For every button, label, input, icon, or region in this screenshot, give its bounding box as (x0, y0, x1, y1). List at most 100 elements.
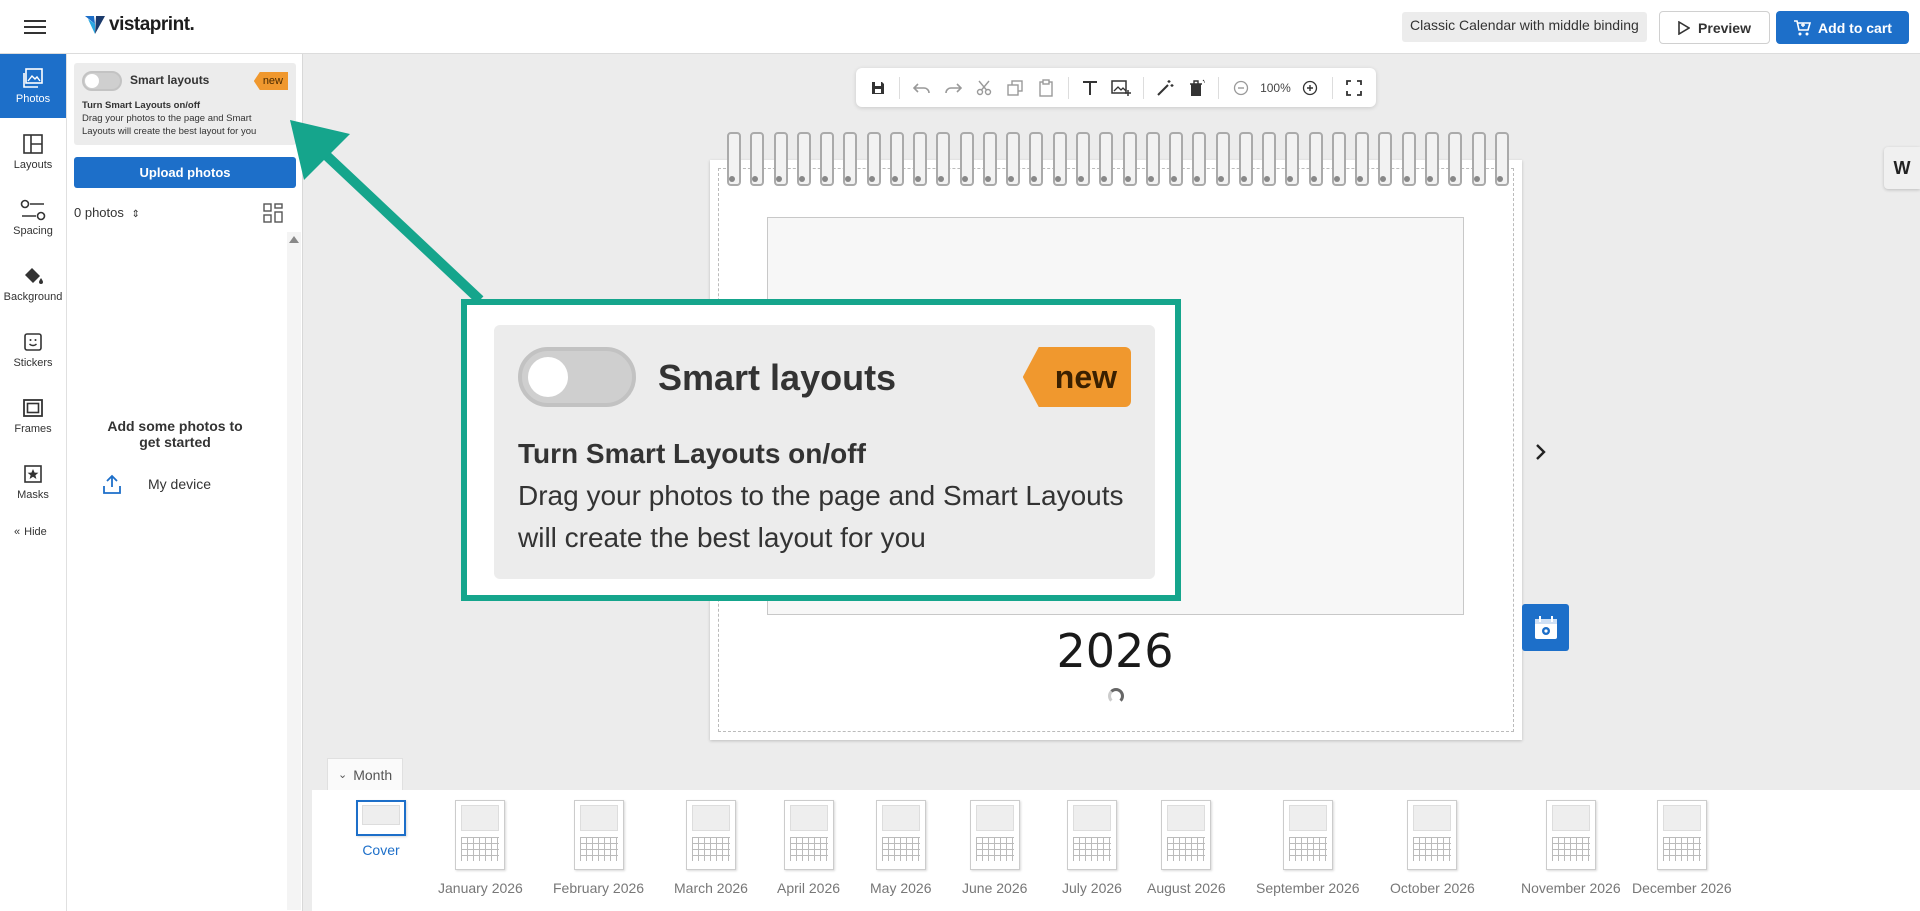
binding-coil (1352, 132, 1370, 188)
fullscreen-button[interactable] (1343, 76, 1366, 100)
thumb-label: December 2026 (1632, 880, 1732, 896)
calendar-year[interactable]: 2026 (1010, 624, 1220, 678)
binding-coil (1306, 132, 1323, 188)
scissors-icon (976, 80, 992, 95)
page-thumb[interactable]: August 2026 (1147, 800, 1226, 896)
zoom-in-icon (1303, 80, 1318, 95)
sort-updown-icon: ⇕ (131, 209, 140, 220)
binding-coil (1096, 132, 1114, 188)
my-device-upload[interactable]: My device (102, 473, 252, 495)
binding-coil (1189, 132, 1207, 188)
toolbar-divider (1218, 76, 1219, 99)
page-thumb[interactable]: December 2026 (1632, 800, 1732, 896)
binding-coil (1399, 132, 1416, 188)
smart-layouts-description: Turn Smart Layouts on/off Drag your phot… (82, 99, 282, 138)
rail-item-frames[interactable]: Frames (0, 384, 66, 448)
thumb-grid (789, 837, 828, 861)
thumb-page (356, 800, 406, 836)
add-image-button[interactable] (1110, 76, 1133, 100)
page-thumb[interactable]: January 2026 (438, 800, 523, 896)
month-strip-toggle[interactable]: ⌄ Month (327, 758, 403, 790)
rail-item-stickers[interactable]: Stickers (0, 318, 66, 382)
logo-text: vistaprint. (109, 14, 195, 35)
next-page-arrow-icon[interactable] (1528, 437, 1554, 467)
mask-icon (24, 465, 42, 483)
callout-new-badge: new (1022, 347, 1131, 407)
thumb-photo (691, 805, 730, 831)
hide-panel-button[interactable]: « Hide (14, 526, 47, 538)
my-device-label: My device (148, 476, 212, 492)
binding-coil (957, 132, 974, 188)
rail-item-photos[interactable]: Photos (0, 54, 66, 118)
page-thumb[interactable]: June 2026 (962, 800, 1027, 896)
preview-button[interactable]: Preview (1659, 11, 1770, 44)
binding-coil (1282, 132, 1300, 188)
rail-item-background[interactable]: Background (0, 252, 66, 316)
thumb-page (573, 800, 624, 870)
hide-label: Hide (24, 526, 47, 538)
thumb-grid (1288, 837, 1327, 861)
zoom-in-button[interactable] (1299, 76, 1322, 100)
page-thumb[interactable]: April 2026 (777, 800, 840, 896)
undo-button[interactable] (910, 76, 933, 100)
page-thumb-cover[interactable]: Cover (356, 800, 406, 858)
page-thumb[interactable]: May 2026 (870, 800, 931, 896)
editor-toolbar: 100% (856, 68, 1376, 107)
rail-label-background: Background (3, 291, 63, 303)
cut-button[interactable] (972, 76, 995, 100)
binding-coil (887, 132, 904, 188)
add-text-button[interactable] (1079, 76, 1102, 100)
thumb-label: October 2026 (1390, 880, 1475, 896)
smart-layouts-subtitle: Drag your photos to the page and Smart L… (82, 113, 257, 137)
rail-item-layouts[interactable]: Layouts (0, 120, 66, 184)
save-button[interactable] (866, 76, 889, 100)
calendar-settings-button[interactable] (1522, 604, 1569, 651)
spacing-icon (20, 199, 46, 221)
photo-count-label: 0 photos (74, 205, 124, 220)
redo-icon (944, 82, 962, 93)
page-thumb[interactable]: September 2026 (1256, 800, 1360, 896)
thumb-photo (1551, 805, 1590, 831)
panel-scrollbar[interactable] (287, 232, 301, 910)
thumb-grid (461, 837, 500, 861)
smart-layouts-toggle[interactable] (82, 71, 122, 91)
rail-item-spacing[interactable]: Spacing (0, 186, 66, 250)
spiral-binding (724, 132, 1509, 190)
calendar-gear-icon (1534, 615, 1557, 639)
vistaprint-logo[interactable]: vistaprint. (85, 14, 195, 36)
rail-item-masks[interactable]: Masks (0, 450, 66, 514)
binding-coil (1143, 132, 1160, 188)
hanging-hole (1108, 688, 1124, 704)
frame-icon (23, 399, 43, 417)
paint-bucket-icon (25, 268, 43, 284)
page-thumb[interactable]: October 2026 (1390, 800, 1475, 896)
zoom-level: 100% (1260, 80, 1291, 95)
zoom-out-icon (1233, 80, 1248, 95)
page-thumb[interactable]: July 2026 (1062, 800, 1122, 896)
thumb-page (1161, 800, 1212, 870)
copy-button[interactable] (1003, 76, 1026, 100)
photo-count-sort[interactable]: 0 photos ⇕ (74, 205, 140, 220)
hamburger-menu-icon[interactable] (24, 16, 46, 36)
widget-tab[interactable]: W (1884, 147, 1920, 189)
thumb-photo (789, 805, 828, 831)
double-chevron-down-icon: ⌄ (338, 769, 348, 781)
binding-coil (933, 132, 951, 188)
redo-button[interactable] (941, 76, 964, 100)
paste-button[interactable] (1035, 76, 1058, 100)
month-tab-label: Month (353, 766, 393, 783)
add-to-cart-label: Add to cart (1818, 19, 1892, 36)
text-icon (1083, 80, 1098, 95)
upload-photos-button[interactable]: Upload photos (74, 157, 296, 188)
magic-wand-button[interactable] (1154, 76, 1177, 100)
delete-all-button[interactable] (1185, 76, 1208, 100)
add-to-cart-button[interactable]: Add to cart (1776, 11, 1909, 44)
callout-arrow-icon (290, 120, 484, 304)
thumb-label: May 2026 (870, 880, 932, 896)
page-thumb[interactable]: March 2026 (674, 800, 748, 896)
thumb-label: April 2026 (777, 880, 841, 896)
page-thumb[interactable]: November 2026 (1521, 800, 1621, 896)
zoom-out-button[interactable] (1229, 76, 1252, 100)
binding-coil (724, 132, 741, 188)
page-thumb[interactable]: February 2026 (553, 800, 644, 896)
